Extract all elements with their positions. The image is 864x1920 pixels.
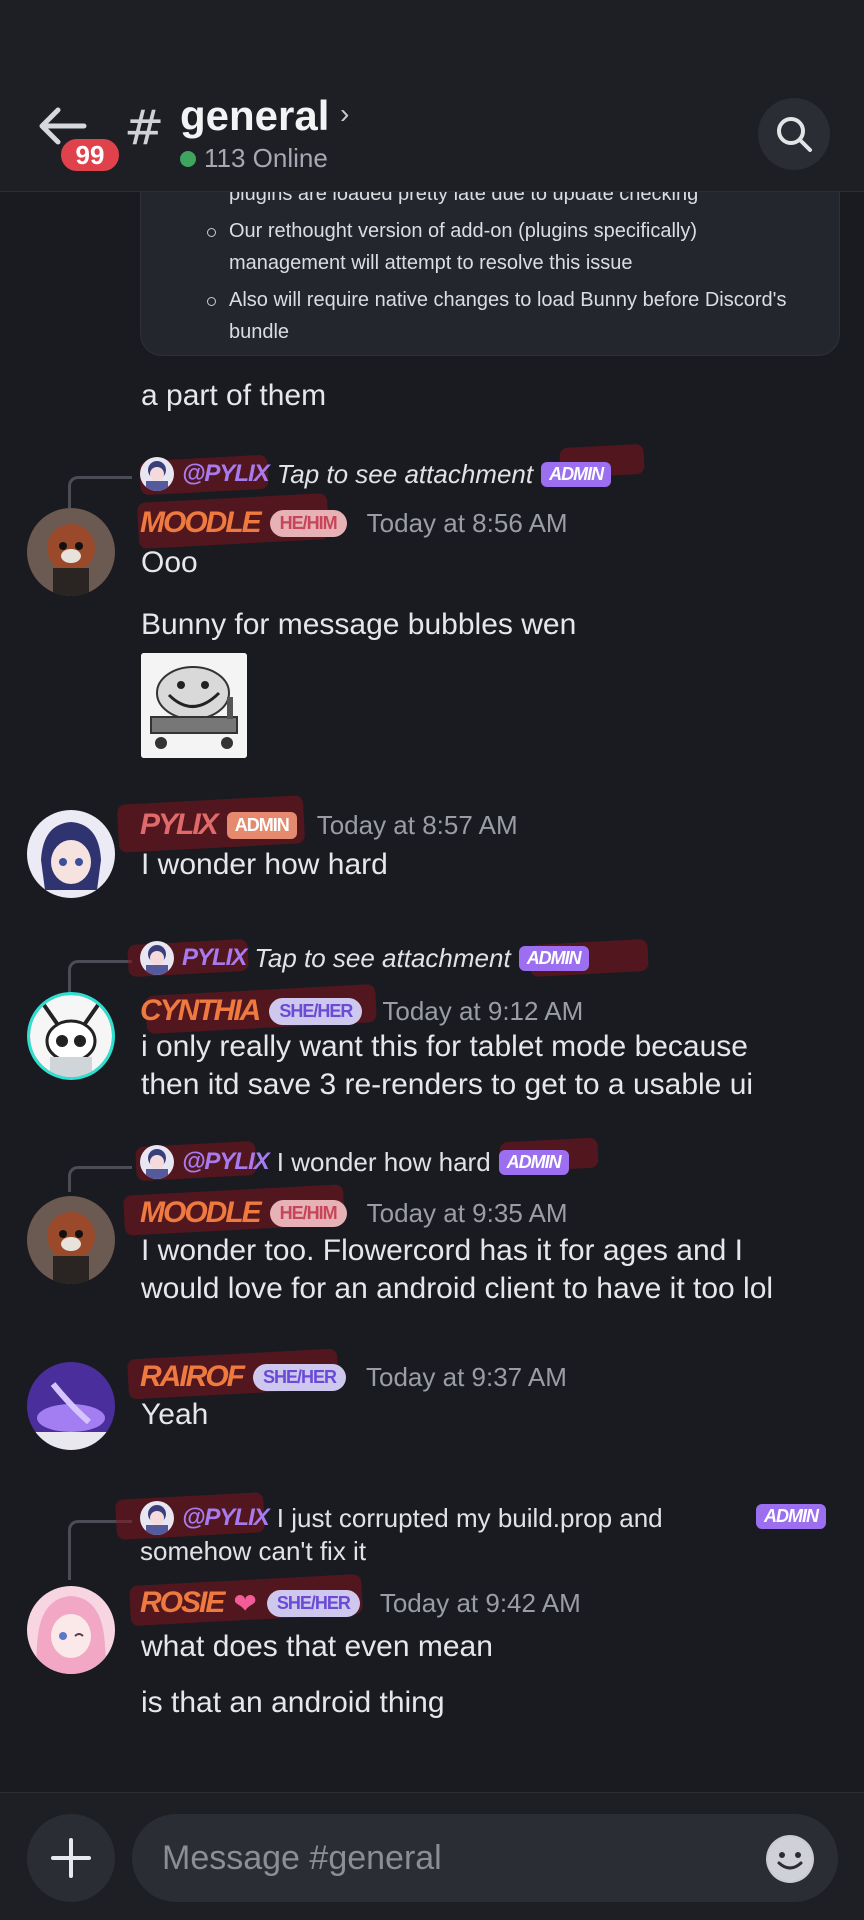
author-name[interactable]: RAIROF bbox=[140, 1360, 245, 1394]
emoji-button[interactable] bbox=[766, 1835, 814, 1883]
avatar[interactable] bbox=[27, 1362, 115, 1450]
pronoun-badge: HE/HIM bbox=[269, 1199, 347, 1227]
pronoun-badge: HE/HIM bbox=[269, 509, 347, 537]
admin-badge: ADMIN bbox=[226, 811, 297, 839]
embed-list-item: plugins are loaded pretty late due to up… bbox=[229, 192, 699, 205]
avatar[interactable] bbox=[27, 810, 115, 898]
search-button[interactable] bbox=[758, 98, 830, 170]
reply-preview[interactable]: @PYLIX Tap to see attachment ADMIN bbox=[140, 457, 612, 491]
message-text: Yeah bbox=[141, 1398, 209, 1431]
reply-avatar bbox=[140, 457, 174, 491]
reply-text: Tap to see attachment bbox=[276, 458, 534, 489]
unread-count-badge: 99 bbox=[58, 136, 122, 174]
message-text: what does that even mean bbox=[141, 1630, 493, 1663]
avatar[interactable] bbox=[27, 1196, 115, 1284]
embed-list: plugins are loaded pretty late due to up… bbox=[141, 192, 815, 348]
reply-author: @PYLIX bbox=[182, 1504, 270, 1531]
reply-avatar bbox=[140, 941, 174, 975]
timestamp: Today at 9:42 AM bbox=[379, 1587, 581, 1618]
message-text: is that an android thing bbox=[141, 1686, 445, 1719]
reply-author: @PYLIX bbox=[182, 460, 270, 487]
pronoun-badge: SHE/HER bbox=[266, 1589, 360, 1617]
search-icon bbox=[777, 117, 812, 152]
add-attachment-button[interactable] bbox=[27, 1814, 115, 1902]
author-name[interactable]: MOODLE bbox=[140, 506, 262, 540]
reply-preview[interactable]: @PYLIX I wonder how hard ADMIN bbox=[140, 1145, 569, 1179]
admin-badge: ADMIN bbox=[518, 945, 589, 971]
message-input[interactable] bbox=[132, 1814, 838, 1902]
message-composer bbox=[0, 1792, 864, 1920]
message-author-row: RAIROF SHE/HER Today at 9:37 AM bbox=[140, 1360, 567, 1394]
pronoun-badge: SHE/HER bbox=[253, 1363, 347, 1391]
reply-text-continued: somehow can't fix it bbox=[140, 1536, 367, 1566]
message-author-row: ROSIE ❤ SHE/HER Today at 9:42 AM bbox=[140, 1586, 581, 1620]
message-author-row: PYLIX ADMIN Today at 8:57 AM bbox=[140, 808, 518, 842]
online-status: 113 Online bbox=[180, 143, 328, 174]
reply-avatar bbox=[140, 1501, 174, 1535]
reply-text: Tap to see attachment bbox=[254, 942, 511, 973]
timestamp: Today at 8:57 AM bbox=[316, 809, 518, 840]
timestamp: Today at 9:37 AM bbox=[366, 1361, 567, 1392]
author-name[interactable]: PYLIX bbox=[140, 808, 219, 842]
channel-header: 99 # general › 113 Online bbox=[0, 0, 864, 192]
reply-avatar bbox=[140, 1145, 174, 1179]
channel-title[interactable]: general bbox=[180, 92, 329, 140]
embed-card: plugins are loaded pretty late due to up… bbox=[140, 192, 840, 356]
sparkle-heart-icon: ❤ bbox=[233, 1587, 257, 1619]
message-text: then itd save 3 re-renders to get to a u… bbox=[141, 1068, 754, 1101]
timestamp: Today at 9:12 AM bbox=[382, 995, 584, 1026]
author-name[interactable]: CYNTHIA bbox=[140, 994, 261, 1028]
smiley-face-icon bbox=[768, 1837, 812, 1881]
author-name[interactable]: ROSIE bbox=[140, 1586, 225, 1620]
attachment-image[interactable] bbox=[141, 653, 247, 758]
online-dot-icon bbox=[180, 150, 196, 167]
reply-preview[interactable]: @PYLIX I just corrupted my build.prop an… bbox=[140, 1501, 663, 1535]
admin-badge: ADMIN bbox=[498, 1149, 569, 1175]
message-text: I wonder how hard bbox=[141, 848, 388, 881]
reply-text: I wonder how hard bbox=[276, 1146, 491, 1177]
pronoun-badge: SHE/HER bbox=[269, 997, 363, 1025]
reply-author: @PYLIX bbox=[182, 1148, 270, 1175]
admin-badge: ADMIN bbox=[541, 461, 612, 487]
chevron-right-icon[interactable]: › bbox=[340, 98, 349, 130]
avatar[interactable] bbox=[27, 508, 115, 596]
author-name[interactable]: MOODLE bbox=[140, 1196, 262, 1230]
admin-badge: ADMIN bbox=[756, 1504, 826, 1529]
message-author-row: MOODLE HE/HIM Today at 8:56 AM bbox=[140, 506, 568, 540]
online-count: 113 Online bbox=[204, 143, 328, 173]
embed-list-item: Our rethought version of add-on (plugins… bbox=[207, 215, 815, 279]
avatar[interactable] bbox=[27, 1586, 115, 1674]
reply-text: I just corrupted my build.prop and bbox=[276, 1502, 663, 1533]
message-text: i only really want this for tablet mode … bbox=[141, 1030, 748, 1063]
message-text: I wonder too. Flowercord has it for ages… bbox=[141, 1234, 743, 1267]
avatar[interactable] bbox=[27, 992, 115, 1080]
timestamp: Today at 8:56 AM bbox=[366, 507, 568, 538]
reply-connector bbox=[68, 476, 132, 508]
message-text: Ooo bbox=[141, 546, 198, 579]
message-text: a part of them bbox=[141, 379, 327, 412]
plus-icon bbox=[51, 1838, 91, 1878]
message-text: Bunny for message bubbles wen bbox=[141, 608, 577, 641]
reply-preview[interactable]: PYLIX Tap to see attachment ADMIN bbox=[140, 941, 589, 975]
embed-list-item: Also will require native changes to load… bbox=[207, 284, 815, 348]
message-author-row: CYNTHIA SHE/HER Today at 9:12 AM bbox=[140, 994, 583, 1028]
channel-hash-icon: # bbox=[124, 100, 165, 156]
reply-author: PYLIX bbox=[182, 944, 247, 971]
message-author-row: MOODLE HE/HIM Today at 9:35 AM bbox=[140, 1196, 568, 1230]
message-text: would love for an android client to have… bbox=[141, 1272, 774, 1305]
timestamp: Today at 9:35 AM bbox=[366, 1197, 568, 1228]
reply-connector bbox=[68, 1166, 132, 1192]
